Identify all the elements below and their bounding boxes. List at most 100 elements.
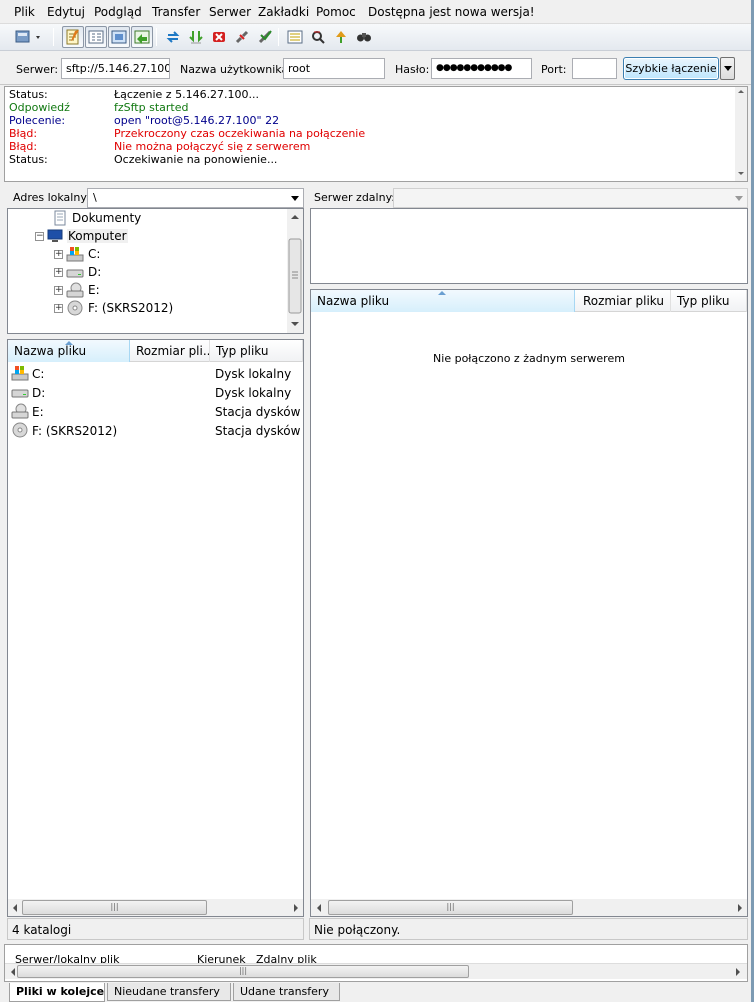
username-field[interactable]: root (283, 58, 385, 79)
log-toggle-icon (66, 29, 79, 45)
filter-button[interactable] (284, 26, 306, 48)
file-type: Stacja dysków ... (215, 424, 303, 438)
tree-item-drive-e[interactable]: + E: (54, 281, 100, 299)
menu-server[interactable]: Serwer (209, 5, 251, 19)
tree-item-documents[interactable]: Dokumenty (52, 209, 141, 227)
local-file-list[interactable]: Nazwa pliku Rozmiar pli... Typ pliku C: … (7, 339, 304, 917)
menu-help[interactable]: Pomoc (316, 5, 356, 19)
tree-label: F: (SKRS2012) (88, 301, 174, 315)
file-row[interactable]: E: Stacja dysków ... (8, 403, 303, 422)
toggle-remote-tree-button[interactable] (108, 26, 130, 48)
toggle-local-tree-button[interactable] (85, 26, 107, 48)
expand-icon[interactable]: + (54, 285, 63, 295)
column-filesize[interactable]: Rozmiar pli... (130, 340, 210, 362)
file-type: Dysk lokalny (215, 386, 292, 400)
log-type: Błąd: (9, 140, 38, 153)
site-manager-icon (15, 30, 40, 43)
menu-view[interactable]: Podgląd (94, 5, 142, 19)
tree-item-computer[interactable]: − Komputer (35, 227, 128, 245)
drive-f-icon (12, 422, 28, 438)
local-path-input[interactable]: \ (87, 188, 304, 208)
toggle-queue-button[interactable] (131, 26, 153, 48)
cancel-button[interactable] (208, 26, 230, 48)
drive-f-icon (67, 300, 83, 316)
file-type: Stacja dysków ... (215, 405, 303, 419)
tree-item-drive-c[interactable]: + C: (54, 245, 100, 263)
remote-status: Nie połączony. (309, 918, 748, 940)
tab-successful-transfers[interactable]: Udane transfery (233, 983, 340, 1001)
chevron-down-icon (291, 196, 299, 201)
drive-e-icon (66, 282, 84, 298)
drive-e-icon (11, 403, 29, 419)
remote-directory-tree[interactable] (310, 208, 748, 284)
tree-item-drive-f[interactable]: + F: (SKRS2012) (54, 299, 173, 317)
tab-failed-transfers[interactable]: Nieudane transfery (107, 983, 231, 1001)
scroll-thumb[interactable]: ||| (22, 900, 207, 915)
quickconnect-button[interactable]: Szybkie łączenie (623, 57, 719, 80)
expand-icon[interactable]: + (54, 249, 63, 259)
sort-ascending-icon (65, 341, 73, 345)
log-type: Status: (9, 88, 48, 101)
column-filetype[interactable]: Typ pliku (671, 290, 747, 312)
column-filesize[interactable]: Rozmiar pliku (575, 290, 671, 312)
transfer-queue[interactable]: Serwer/lokalny plik Kierunek Zdalny plik… (4, 944, 748, 982)
tab-queued-files[interactable]: Pliki w kolejce (9, 983, 105, 1002)
remote-list-header: Nazwa pliku Rozmiar pliku Typ pliku (311, 290, 747, 312)
menu-bookmarks[interactable]: Zakładki (258, 5, 309, 19)
column-filetype[interactable]: Typ pliku (210, 340, 303, 362)
file-row[interactable]: C: Dysk lokalny (8, 365, 303, 384)
column-filename[interactable]: Nazwa pliku (8, 340, 130, 362)
log-type: Błąd: (9, 127, 38, 140)
sort-ascending-icon (438, 291, 446, 295)
chevron-down-icon (735, 196, 743, 201)
quickconnect-dropdown-button[interactable] (720, 57, 735, 80)
menu-new-version[interactable]: Dostępna jest nowa wersja! (368, 5, 535, 19)
scroll-arrows-icon (288, 215, 302, 326)
refresh-button[interactable] (162, 26, 184, 48)
file-row[interactable]: D: Dysk lokalny (8, 384, 303, 403)
local-path-bar: Adres lokalny: \ (7, 187, 304, 209)
menu-transfer[interactable]: Transfer (152, 5, 200, 19)
local-path-value: \ (93, 191, 97, 204)
scroll-thumb[interactable]: ||| (328, 900, 573, 915)
message-log[interactable]: Status: Łączenie z 5.146.27.100... Odpowi… (4, 86, 748, 182)
scroll-thumb[interactable]: ||| (17, 965, 469, 978)
compare-button[interactable] (307, 26, 329, 48)
disconnect-icon (235, 30, 249, 44)
toggle-log-button[interactable] (62, 26, 84, 48)
tree-label: Komputer (67, 229, 128, 243)
site-manager-button[interactable] (12, 26, 46, 48)
expand-icon[interactable]: + (54, 303, 63, 313)
port-field[interactable] (572, 58, 617, 79)
log-scrollbar[interactable] (735, 87, 747, 181)
drive-c-icon (66, 247, 84, 262)
reconnect-button[interactable] (254, 26, 276, 48)
log-type: Polecenie: (9, 114, 66, 127)
log-message: Przekroczony czas oczekiwania na połącze… (114, 127, 366, 140)
password-field[interactable]: ●●●●●●●●●●● (431, 58, 532, 79)
file-row[interactable]: F: (SKRS2012) Stacja dysków ... (8, 422, 303, 441)
log-message: Nie można połączyć się z serwerem (114, 140, 311, 153)
remote-file-list[interactable]: Nazwa pliku Rozmiar pliku Typ pliku Nie … (310, 289, 748, 917)
local-directory-tree[interactable]: Dokumenty − Komputer + C: + D: + E: + F:… (7, 208, 304, 334)
file-name: F: (SKRS2012) (32, 424, 118, 438)
remote-list-hscrollbar[interactable]: ||| (311, 899, 747, 916)
collapse-icon[interactable]: − (35, 231, 44, 241)
expand-icon[interactable]: + (54, 267, 63, 277)
menu-file[interactable]: Plik (14, 5, 35, 19)
remote-path-bar: Serwer zdalny: (310, 187, 748, 209)
drive-d-icon (11, 389, 29, 398)
remote-path-input[interactable] (393, 188, 748, 208)
tree-item-drive-d[interactable]: + D: (54, 263, 101, 281)
menu-edit[interactable]: Edytuj (47, 5, 85, 19)
log-message: fzSftp started (114, 101, 189, 114)
queue-hscrollbar[interactable]: ||| (5, 963, 747, 979)
search-button[interactable] (353, 26, 375, 48)
local-list-hscrollbar[interactable]: ||| (8, 899, 303, 916)
disconnect-button[interactable] (231, 26, 253, 48)
process-queue-button[interactable] (185, 26, 207, 48)
server-field[interactable]: sftp://5.146.27.100 (61, 58, 170, 79)
column-filename[interactable]: Nazwa pliku (311, 290, 575, 312)
local-tree-scrollbar[interactable] (287, 209, 303, 333)
sync-browse-button[interactable] (330, 26, 352, 48)
